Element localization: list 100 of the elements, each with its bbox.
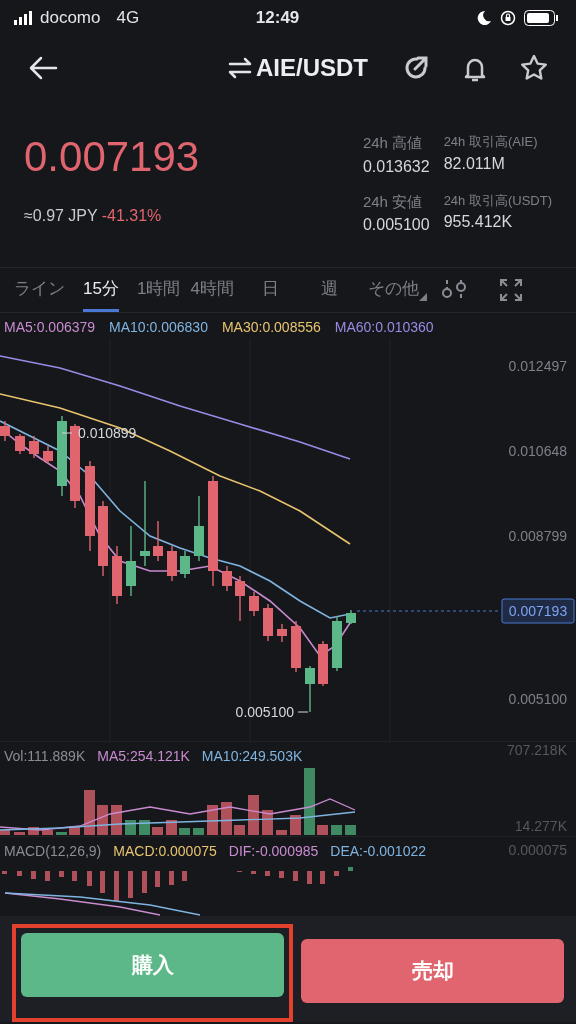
stat-label: 24h 取引高(USDT) [443,191,552,210]
volume-bar [317,825,328,835]
volume-bar [14,832,25,835]
fullscreen-icon[interactable] [498,278,523,302]
macd-bar [59,871,64,877]
macd-legend-label: DEA:-0.001022 [330,842,426,861]
back-icon[interactable] [28,54,58,82]
battery-icon [524,10,558,26]
macd-bar [307,871,312,884]
macd-bar [142,871,147,893]
candle [180,550,190,579]
sell-button[interactable]: 売却 [301,939,564,1003]
macd-bar [169,871,174,885]
volume-bar [28,827,39,835]
macd-bar [265,871,270,876]
macd-legend-label: MACD:0.000075 [113,842,217,861]
candle [126,525,136,597]
current-price-label: 0.007193 [508,603,568,619]
candle [194,495,204,562]
macd-bar [45,871,50,881]
macd-legend-label: MACD(12,26,9) [4,842,102,861]
macd-bar [182,871,187,881]
stat-value: 955.412K [443,212,514,232]
volume-legend-label: MA5:254.121K [97,747,190,766]
network-type: 4G [116,7,140,30]
candle [43,445,53,465]
clock: 12:49 [255,7,301,30]
macd-bar [72,871,77,881]
candle [112,545,122,605]
macd-bar [128,871,133,898]
candle [235,575,245,622]
candle [291,620,301,673]
volume-bar [345,825,356,835]
macd-bar [17,871,22,876]
share-icon[interactable] [404,55,430,81]
interval-tab[interactable]: その他 [367,267,419,313]
volume-bar [262,810,273,835]
macd-bar [114,871,119,901]
interval-tab[interactable]: 1時間 [136,267,181,313]
macd-axis-label: 0.000075 [508,842,567,858]
interval-tab[interactable]: 4時間 [190,267,234,313]
candle [346,609,356,625]
pair-title[interactable]: AIE/USDT [256,50,368,86]
volume-bar [56,832,67,835]
moving-average-label: MA5:0.006379 [4,318,96,337]
macd-legend-label: DIF:-0.000985 [228,842,319,861]
moving-average-label: MA10:0.006830 [109,318,208,337]
candle [305,665,315,713]
candle [263,603,273,642]
carrier-name: docomo [40,7,101,30]
price-axis-label: 0.005100 [508,691,567,707]
volume-bar [42,830,53,835]
interval-tab[interactable]: 15分 [83,267,119,313]
macd-bar [334,871,339,876]
low-marker-line [297,711,309,713]
candle [222,565,232,592]
macd-bar [31,871,36,879]
candle [153,520,163,562]
volume-bar [276,830,287,835]
volume-bar [0,830,10,835]
favorite-star-icon[interactable] [520,54,548,82]
moving-average-label: MA60:0.010360 [334,318,434,337]
interval-tab[interactable]: 週 [320,267,338,313]
volume-legend-label: MA10:249.503K [201,747,303,766]
stat-value: 0.005100 [362,215,430,235]
volume-bar [97,805,108,835]
caret-icon[interactable] [418,293,427,301]
price-axis-label: 0.008799 [508,528,567,544]
volume-bar [111,805,122,835]
volume-bar [331,825,342,835]
fiat-price: ≈0.97 JPY [24,206,98,226]
swap-icon[interactable] [228,57,252,79]
candle [249,591,259,617]
candle [332,615,342,672]
volume-legend-label: Vol:111.889K [4,747,86,766]
volume-axis-label: 707.218K [507,742,567,758]
macd-bar [293,871,298,881]
volume-bar [207,805,218,835]
volume-bar [84,790,95,835]
interval-tab[interactable]: ライン [14,267,65,313]
buy-button[interactable]: 購入 [21,933,284,997]
macd-bar [251,871,256,874]
volume-bar [248,795,259,835]
volume-bar [166,820,177,835]
stat-label: 24h 高値 [362,133,424,153]
stat-value: 0.013632 [362,156,430,177]
stat-value: 82.011M [443,153,506,174]
volume-bar [304,768,315,835]
macd-bar [348,867,353,871]
macd-bar [100,871,105,893]
volume-bar [125,820,136,835]
last-price: 0.007193 [24,136,201,178]
macd-bar [2,871,7,874]
signal-icon [14,11,32,25]
volume-bar [179,828,190,835]
moon-icon [476,10,492,26]
low-price-label: 0.005100 [235,704,294,720]
volume-bar [221,802,232,835]
candle [167,545,177,582]
interval-tab[interactable]: 日 [261,267,279,313]
